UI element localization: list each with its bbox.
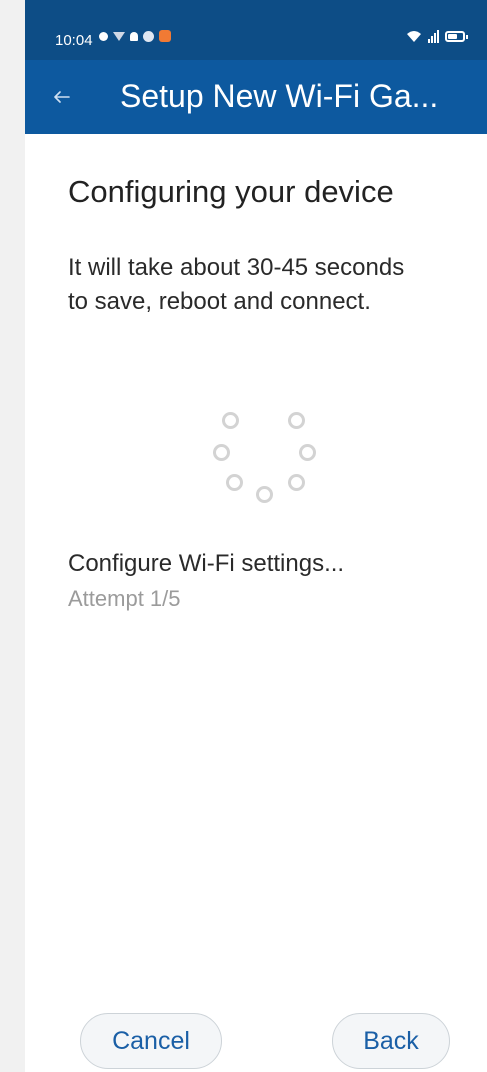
battery-icon bbox=[445, 31, 468, 42]
notification-icon bbox=[130, 31, 138, 41]
app-bar: Setup New Wi-Fi Ga... bbox=[25, 60, 487, 134]
loading-spinner-icon bbox=[210, 404, 320, 514]
app-icon bbox=[159, 30, 171, 42]
message-icon bbox=[99, 31, 108, 41]
status-bar: 10:04 bbox=[25, 0, 487, 60]
progress-step-text: Configure Wi-Fi settings... bbox=[68, 550, 345, 577]
status-notification-icons bbox=[99, 30, 171, 42]
spinner-dot bbox=[213, 444, 230, 461]
signal-icon bbox=[428, 30, 439, 43]
wifi-icon bbox=[113, 31, 125, 41]
main-content: Configuring your device It will take abo… bbox=[25, 134, 487, 1072]
status-time: 10:04 bbox=[55, 32, 93, 49]
spinner-dot bbox=[299, 444, 316, 461]
wifi-icon bbox=[406, 30, 422, 43]
attempt-counter: Attempt 1/5 bbox=[68, 586, 181, 611]
page-title: Setup New Wi-Fi Ga... bbox=[120, 78, 439, 114]
heading: Configuring your device bbox=[68, 174, 394, 209]
arrow-left-icon[interactable] bbox=[47, 82, 77, 112]
back-button[interactable]: Back bbox=[332, 1013, 450, 1069]
cancel-button[interactable]: Cancel bbox=[80, 1013, 222, 1069]
spinner-dot bbox=[226, 474, 243, 491]
description: It will take about 30-45 seconds to save… bbox=[68, 254, 405, 315]
spinner-dot bbox=[288, 412, 305, 429]
shield-icon bbox=[143, 30, 154, 42]
status-system-icons bbox=[406, 30, 468, 43]
phone-screen: 10:04 Setup New Wi-Fi Ga... Configuring … bbox=[25, 0, 487, 1072]
spinner-dot bbox=[256, 486, 273, 503]
spinner-dot bbox=[288, 474, 305, 491]
spinner-dot bbox=[222, 412, 239, 429]
